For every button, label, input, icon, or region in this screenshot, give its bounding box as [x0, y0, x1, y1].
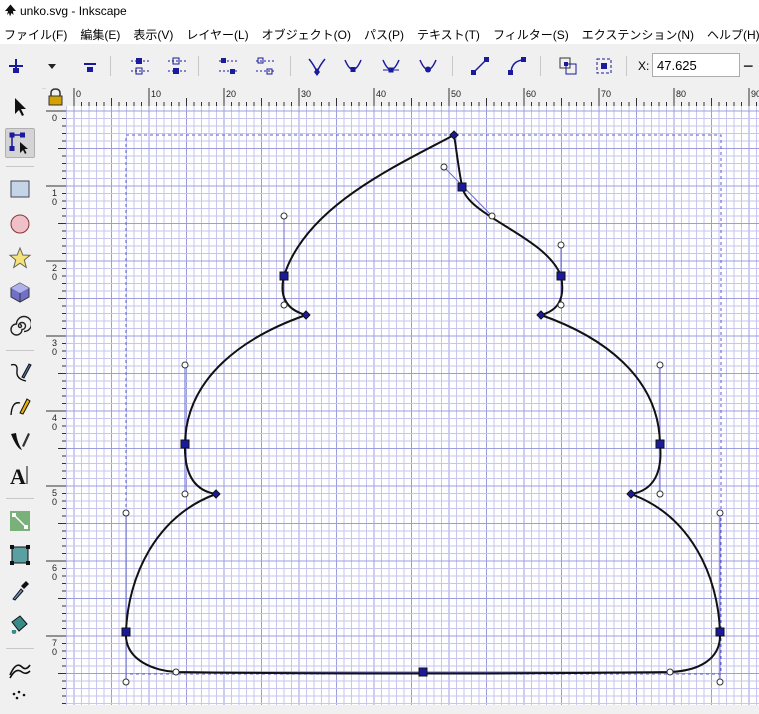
insert-node-menu-icon[interactable] [40, 54, 64, 78]
insert-node-icon[interactable] [4, 54, 28, 78]
spray-tool-icon[interactable] [5, 684, 35, 714]
stroke-to-path-icon[interactable] [592, 54, 616, 78]
menu-edit[interactable]: 編集(E) [76, 22, 124, 44]
ruler-label: 0 [76, 89, 81, 99]
ruler-label: 0 [52, 197, 57, 207]
ruler-label: 60 [526, 89, 536, 99]
tweak-tool-icon[interactable] [5, 654, 35, 684]
menu-object[interactable]: オブジェクト(O) [258, 22, 355, 44]
horizontal-ruler[interactable]: 0 10 20 30 40 50 60 70 80 90 [66, 88, 759, 106]
inkscape-logo-icon [5, 4, 16, 17]
menu-filters[interactable]: フィルター(S) [489, 22, 573, 44]
window-title: unko.svg - Inkscape [20, 4, 127, 18]
title-bar: unko.svg - Inkscape [0, 0, 759, 22]
calligraphy-tool-icon[interactable] [5, 426, 35, 456]
menu-extensions[interactable]: エクステンション(N) [578, 22, 698, 44]
node-tool-icon[interactable] [5, 128, 35, 158]
object-to-path-icon[interactable] [556, 54, 580, 78]
segment-to-line-icon[interactable] [468, 54, 492, 78]
ruler-label: 90 [751, 89, 759, 99]
segment-to-curve-icon[interactable] [505, 54, 529, 78]
box-3d-tool-icon[interactable] [5, 277, 35, 307]
ellipse-tool-icon[interactable] [5, 209, 35, 239]
menu-help[interactable]: ヘルプ(H) [703, 22, 759, 44]
ruler-label: 0 [52, 647, 57, 657]
ruler-label: 70 [601, 89, 611, 99]
drawing-canvas[interactable] [66, 106, 759, 705]
ruler-label: 0 [52, 497, 57, 507]
menu-view[interactable]: 表示(V) [129, 22, 177, 44]
ruler-label: 0 [52, 113, 57, 123]
menu-file[interactable]: ファイル(F) [0, 22, 71, 44]
pencil-tool-icon[interactable] [5, 358, 35, 388]
svg-text:A: A [10, 464, 26, 487]
star-tool-icon[interactable] [5, 243, 35, 273]
canvas-grid [66, 106, 759, 705]
selector-tool-icon[interactable] [5, 92, 35, 122]
paint-bucket-tool-icon[interactable] [5, 609, 35, 639]
ruler-label: 50 [451, 89, 461, 99]
x-decrement-button[interactable]: − [743, 56, 754, 77]
x-coordinate-input[interactable] [652, 53, 740, 77]
break-path-icon[interactable] [165, 54, 189, 78]
mesh-tool-icon[interactable] [5, 540, 35, 570]
pen-tool-icon[interactable] [5, 392, 35, 422]
make-symmetric-icon[interactable] [379, 54, 403, 78]
x-coordinate-label: X: [638, 59, 650, 73]
ruler-label: 0 [52, 272, 57, 282]
join-nodes-icon[interactable] [128, 54, 152, 78]
delete-segment-icon[interactable] [253, 54, 277, 78]
menu-text[interactable]: テキスト(T) [413, 22, 484, 44]
ruler-label: 20 [226, 89, 236, 99]
vertical-ruler[interactable]: 010203040506070 [46, 106, 66, 705]
join-segment-icon[interactable] [216, 54, 240, 78]
rectangle-tool-icon[interactable] [5, 174, 35, 204]
menu-layer[interactable]: レイヤー(L) [182, 22, 252, 44]
text-tool-icon[interactable]: A [5, 460, 35, 490]
ruler-label: 30 [301, 89, 311, 99]
menu-path[interactable]: パス(P) [360, 22, 408, 44]
toolbox: A [0, 88, 42, 705]
ruler-label: 0 [52, 347, 57, 357]
spiral-tool-icon[interactable] [5, 311, 35, 341]
ruler-label: 80 [676, 89, 686, 99]
ruler-label: 10 [151, 89, 161, 99]
ruler-label: 0 [52, 422, 57, 432]
control-handles[interactable] [122, 163, 724, 686]
guide-lock-icon[interactable] [46, 88, 66, 106]
dropper-tool-icon[interactable] [5, 575, 35, 605]
make-auto-smooth-icon[interactable] [416, 54, 440, 78]
menu-bar: ファイル(F) 編集(E) 表示(V) レイヤー(L) オブジェクト(O) パス… [0, 22, 759, 44]
delete-node-icon[interactable] [78, 54, 102, 78]
ruler-label: 40 [376, 89, 386, 99]
connector-tool-icon[interactable] [5, 506, 35, 536]
make-smooth-icon[interactable] [341, 54, 365, 78]
ruler-label: 0 [52, 572, 57, 582]
make-cusp-icon[interactable] [305, 54, 329, 78]
